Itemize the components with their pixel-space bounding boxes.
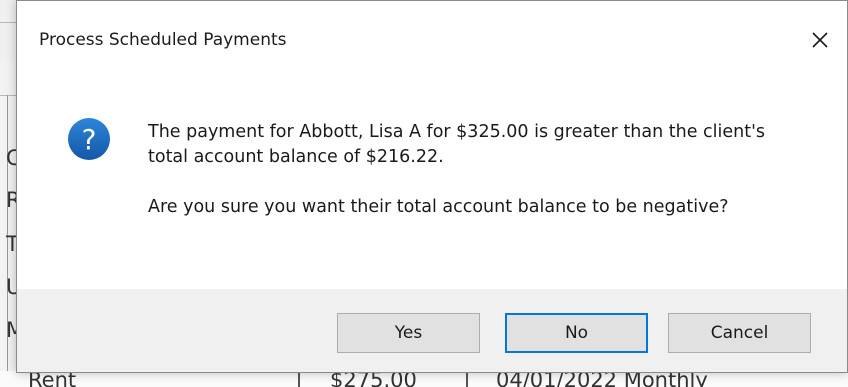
background-cell-date: 04/01/2022 Monthly	[496, 371, 708, 387]
yes-button[interactable]: Yes	[337, 313, 480, 353]
close-icon	[812, 32, 828, 48]
message-text: The payment for Abbott, Lisa A for $325.…	[148, 122, 766, 167]
background-cell-name: Rent	[28, 371, 77, 387]
background-cell-divider	[466, 371, 468, 387]
background-table-row: Rent $275.00 04/01/2022 Monthly	[0, 371, 848, 387]
dialog-message: The payment for Abbott, Lisa A for $325.…	[148, 120, 808, 220]
cancel-button[interactable]: Cancel	[668, 313, 811, 353]
question-icon: ?	[68, 118, 110, 160]
message-question: Are you sure you want their total accoun…	[148, 197, 729, 217]
background-cell-divider	[298, 371, 300, 387]
confirm-dialog: Process Scheduled Payments ? The payment…	[16, 0, 848, 373]
dialog-titlebar[interactable]: Process Scheduled Payments	[17, 1, 847, 73]
background-cell-amount: $275.00	[330, 371, 417, 387]
no-button[interactable]: No	[505, 313, 648, 353]
dialog-title: Process Scheduled Payments	[39, 30, 287, 50]
dialog-body: ? The payment for Abbott, Lisa A for $32…	[17, 73, 847, 289]
svg-text:?: ?	[82, 123, 97, 156]
close-button[interactable]	[803, 23, 837, 57]
dialog-button-bar: Yes No Cancel	[17, 289, 847, 372]
